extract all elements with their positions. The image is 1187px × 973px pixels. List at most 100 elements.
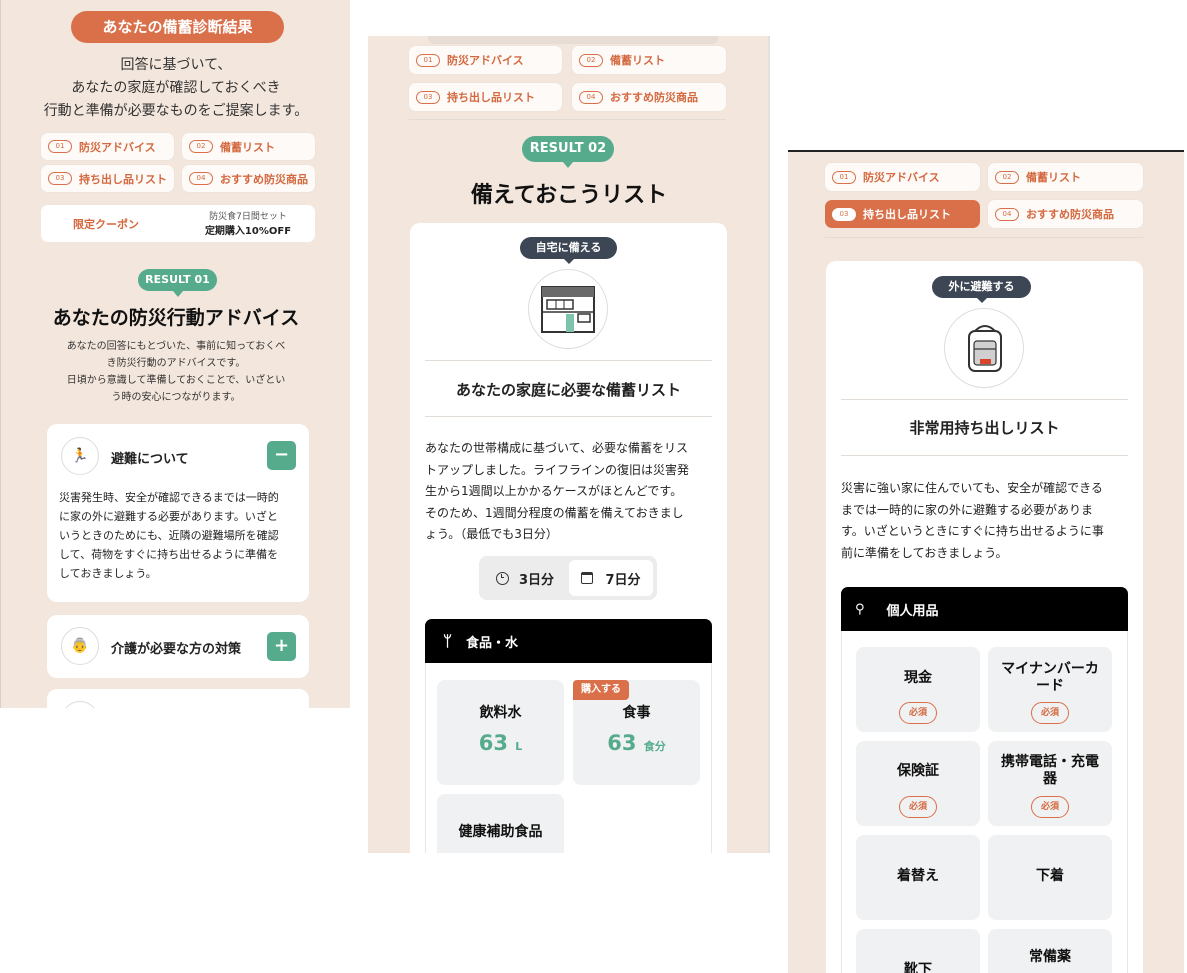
nav-number: 01 (832, 170, 856, 184)
nav-carry-list[interactable]: 03 持ち出し品リスト (825, 200, 980, 228)
item-card: 飲料水 63 L (437, 680, 564, 785)
nav-label: おすすめ防災商品 (220, 172, 308, 186)
item-card: 現金 必須 (856, 647, 980, 732)
card-title: 非常用持ち出しリスト (909, 419, 1060, 437)
item-name: マイナンバーカ ード (988, 661, 1112, 695)
house-icon (528, 269, 608, 349)
accordion-evacuation: 🏃 避難について − 災害発生時、安全が確認できるまでは一時的 に家の外に避難す… (47, 424, 309, 602)
fork-knife-icon: ᛘ (443, 632, 453, 650)
item-name: 携帯電話・充電器 (988, 754, 1112, 788)
accordion-title: 避難について (111, 452, 189, 467)
item-quantity: 63 食分 (573, 731, 700, 755)
section-description: あなたの回答にもとづいた、事前に知っておくべ き防災行動のアドバイスです。 日頃… (1, 338, 350, 406)
item-card: 靴下 (856, 929, 980, 973)
coupon-sub: 防災食7日間セット (209, 212, 287, 222)
expand-button[interactable]: + (267, 632, 296, 661)
nav-advice[interactable]: 01 防災アドバイス (41, 133, 174, 160)
body-line: しておきましょう。 (59, 567, 157, 580)
nav-advice[interactable]: 01 防災アドバイス (409, 46, 562, 74)
divider (841, 455, 1128, 456)
item-value: 63 (607, 731, 637, 755)
nav-number: 04 (579, 90, 603, 104)
nav-stock-list[interactable]: 02 備蓄リスト (572, 46, 726, 74)
nav-label: おすすめ防災商品 (610, 91, 698, 104)
item-name: 下着 (1036, 868, 1064, 884)
nav-carry-list[interactable]: 03 持ち出し品リスト (409, 83, 562, 111)
desc-line: 前に準備をしておきましょう。 (841, 545, 1008, 560)
nav-advice[interactable]: 01 防災アドバイス (825, 163, 980, 191)
item-name: 飲料水 (479, 705, 522, 721)
intro-line: 回答に基づいて、 (120, 57, 232, 73)
nav-carry-list[interactable]: 03 持ち出し品リスト (41, 165, 174, 192)
nav-label: 持ち出し品リスト (447, 91, 535, 104)
accordion-title: 介護が必要な方の対策 (111, 642, 242, 657)
desc-line: までは一時的に家の外に避難する必要がありま (841, 502, 1094, 517)
item-card: 常備薬 (988, 929, 1112, 973)
toggle-3days[interactable]: 3日分 (483, 560, 567, 596)
nav-number: 03 (416, 90, 440, 104)
required-badge: 必須 (899, 702, 937, 724)
item-value: 63 (478, 731, 508, 755)
category-label: 個人用品 (886, 603, 939, 619)
nav-number: 04 (189, 172, 213, 185)
clock-icon (495, 571, 509, 585)
coupon-offer: 定期購入10%OFF (204, 226, 292, 237)
nav-stock-list[interactable]: 02 備蓄リスト (988, 163, 1143, 191)
collapse-button[interactable]: − (267, 441, 296, 470)
nav-number: 02 (579, 53, 603, 67)
card-description: あなたの世帯構成に基づいて、必要な備蓄をリス トアップしました。ライフラインの復… (425, 438, 689, 546)
accordion-icon (61, 701, 99, 708)
desc-line: そのため、1週間分程度の備蓄を備えておきまし (425, 505, 684, 520)
nav-stock-list[interactable]: 02 備蓄リスト (182, 133, 315, 160)
section-heading: 備えておこうリスト (470, 183, 668, 208)
card-title: あなたの家庭に必要な備蓄リスト (455, 381, 681, 399)
body-line: 災害発生時、安全が確認できるまでは一時的 (59, 491, 279, 504)
nav-products[interactable]: 04 おすすめ防災商品 (182, 165, 315, 192)
nav-products[interactable]: 04 おすすめ防災商品 (988, 200, 1143, 228)
nav-label: 防災アドバイス (447, 54, 524, 67)
nav-number: 02 (995, 170, 1019, 184)
nav-number: 01 (48, 140, 72, 153)
item-name: 食事 (622, 705, 651, 721)
nav-label: おすすめ防災商品 (1026, 208, 1114, 221)
nav-number: 03 (832, 207, 856, 221)
intro-text: 回答に基づいて、 あなたの家庭が確認しておくべき 行動と準備が必要なものをご提案… (1, 54, 350, 123)
required-badge: 必須 (899, 796, 937, 818)
divider (825, 237, 1143, 238)
coupon-label: 限定クーポン (73, 218, 139, 231)
item-name: 現金 (904, 670, 932, 686)
category-header: ⚲ 個人用品 (841, 587, 1128, 631)
item-card: 購入する 食事 63 食分 (573, 680, 700, 785)
result-badge: RESULT 01 (138, 269, 217, 297)
nav-number: 03 (48, 172, 72, 185)
person-icon: ⚲ (855, 601, 865, 617)
nav-label: 備蓄リスト (220, 140, 275, 154)
coupon-banner[interactable]: 限定クーポン 防災食7日間セット 定期購入10%OFF (41, 205, 315, 242)
nav-number: 04 (995, 207, 1019, 221)
item-card: 健康補助食品 (437, 794, 564, 853)
desc-line: う時の安心につながります。 (111, 392, 241, 403)
category-label: 食品・水 (466, 635, 519, 651)
nav-number: 02 (189, 140, 213, 153)
desc-line: 生から1週間以上かかるケースがほとんどです。 (425, 484, 683, 498)
intro-line: 行動と準備が必要なものをご提案します。 (43, 103, 309, 119)
accordion-next[interactable] (47, 689, 309, 708)
toggle-label: 3日分 (518, 572, 555, 588)
nav-label: 防災アドバイス (79, 140, 156, 154)
item-name: 着替え (897, 868, 939, 884)
card-description: 災害に強い家に住んでいても、安全が確認できる までは一時的に家の外に避難する必要… (841, 478, 1104, 564)
nav-number: 01 (416, 53, 440, 67)
buy-tag[interactable]: 購入する (573, 680, 629, 700)
elderly-person-icon: 👵 (61, 627, 99, 665)
desc-line: す。いざというときにすぐに持ち出せるように事 (841, 524, 1104, 538)
backpack-icon (944, 308, 1024, 388)
nav-products[interactable]: 04 おすすめ防災商品 (572, 83, 726, 111)
item-unit: 食分 (643, 740, 666, 753)
card-badge: 外に避難する (932, 276, 1031, 303)
intro-line: あなたの家庭が確認しておくべき (71, 80, 281, 96)
accordion-care[interactable]: 👵 介護が必要な方の対策 + (47, 615, 309, 678)
item-name: 保険証 (897, 763, 939, 779)
toggle-7days[interactable]: 7日分 (569, 560, 653, 596)
desc-line: あなたの回答にもとづいた、事前に知っておくべ (66, 341, 286, 352)
item-unit: L (515, 740, 523, 753)
